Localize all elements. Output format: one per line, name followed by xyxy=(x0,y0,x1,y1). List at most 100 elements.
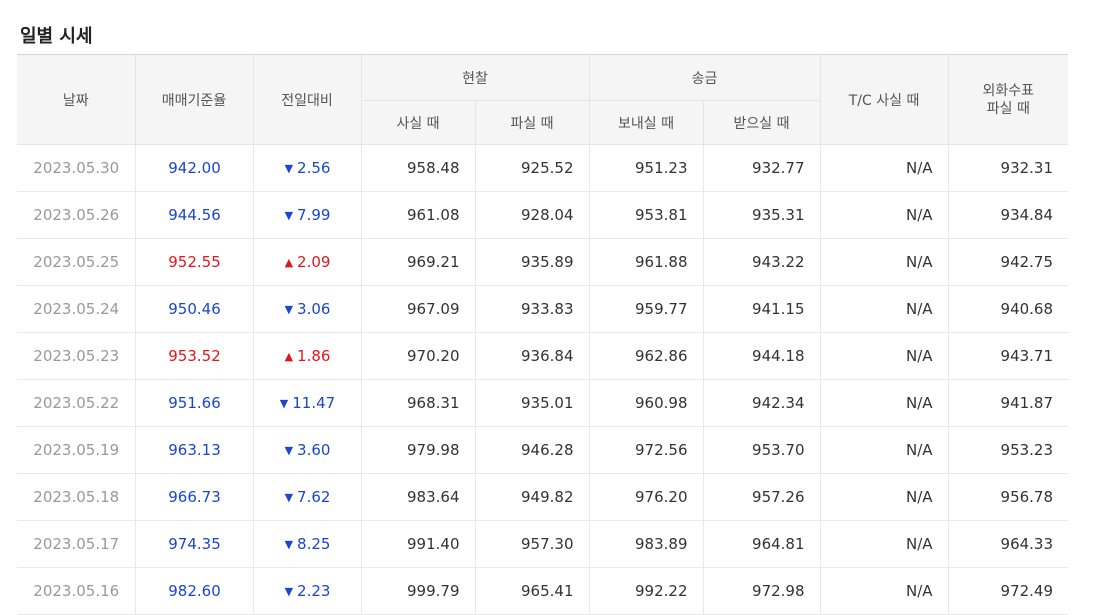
arrow-up-icon: ▲ xyxy=(284,350,294,363)
arrow-down-icon: ▼ xyxy=(284,162,294,175)
cell-remit-receive: 942.34 xyxy=(702,379,821,427)
change-value: 3.06 xyxy=(297,300,331,318)
cell-date: 2023.05.30 xyxy=(17,144,135,192)
cell-cash-buy: 967.09 xyxy=(360,285,475,333)
cell-remit-receive: 941.15 xyxy=(702,285,821,333)
cell-base-rate: 963.13 xyxy=(134,426,253,474)
cell-cash-sell: 936.84 xyxy=(474,332,590,380)
cell-remit-send: 983.89 xyxy=(588,520,704,568)
cell-cash-buy: 999.79 xyxy=(360,567,475,615)
cell-tc-buy: N/A xyxy=(819,285,949,333)
change-value: 11.47 xyxy=(292,394,336,412)
cell-cash-sell: 933.83 xyxy=(474,285,590,333)
header-date: 날짜 xyxy=(17,54,135,145)
cell-date: 2023.05.23 xyxy=(17,332,135,380)
daily-rates-table: 날짜 매매기준율 전일대비 현찰 송금 T/C 사실 때 외화수표 파실 때 사… xyxy=(17,54,1069,615)
cell-remit-receive: 964.81 xyxy=(702,520,821,568)
cell-change: ▼ 3.60 xyxy=(252,426,361,474)
cell-change: ▼ 7.99 xyxy=(252,191,361,239)
arrow-down-icon: ▼ xyxy=(284,585,294,598)
cell-base-rate: 974.35 xyxy=(134,520,253,568)
arrow-down-icon: ▼ xyxy=(284,444,294,457)
header-remit-send: 보내실 때 xyxy=(588,100,704,145)
cell-remit-send: 962.86 xyxy=(588,332,704,380)
change-value: 3.60 xyxy=(297,441,331,459)
cell-remit-receive: 943.22 xyxy=(702,238,821,286)
arrow-up-icon: ▲ xyxy=(284,256,294,269)
cell-remit-send: 961.88 xyxy=(588,238,704,286)
cell-cash-sell: 965.41 xyxy=(474,567,590,615)
cell-remit-receive: 944.18 xyxy=(702,332,821,380)
header-remit: 송금 xyxy=(588,54,821,101)
cell-check-sell: 943.71 xyxy=(947,332,1069,380)
change-value: 1.86 xyxy=(297,347,331,365)
change-value: 7.99 xyxy=(297,206,331,224)
cell-remit-receive: 957.26 xyxy=(702,473,821,521)
table-row: 2023.05.16 982.60 ▼ 2.23 999.79 965.41 992.22 9… xyxy=(17,567,1069,615)
table-row: 2023.05.26 944.56 ▼ 7.99 961.08 928.04 953.81 9… xyxy=(17,191,1069,239)
header-cash-sell: 파실 때 xyxy=(474,100,590,145)
cell-date: 2023.05.26 xyxy=(17,191,135,239)
cell-tc-buy: N/A xyxy=(819,426,949,474)
change-value: 2.23 xyxy=(297,582,331,600)
cell-cash-buy: 961.08 xyxy=(360,191,475,239)
cell-cash-buy: 970.20 xyxy=(360,332,475,380)
header-check-sell: 외화수표 파실 때 xyxy=(947,54,1069,145)
cell-base-rate: 952.55 xyxy=(134,238,253,286)
cell-remit-receive: 932.77 xyxy=(702,144,821,192)
cell-tc-buy: N/A xyxy=(819,332,949,380)
arrow-down-icon: ▼ xyxy=(284,538,294,551)
table-row: 2023.05.30 942.00 ▼ 2.56 958.48 925.52 951.23 9… xyxy=(17,144,1069,192)
cell-cash-buy: 979.98 xyxy=(360,426,475,474)
cell-remit-send: 953.81 xyxy=(588,191,704,239)
cell-check-sell: 934.84 xyxy=(947,191,1069,239)
cell-remit-send: 976.20 xyxy=(588,473,704,521)
cell-check-sell: 941.87 xyxy=(947,379,1069,427)
cell-base-rate: 944.56 xyxy=(134,191,253,239)
cell-remit-send: 972.56 xyxy=(588,426,704,474)
cell-remit-send: 992.22 xyxy=(588,567,704,615)
cell-change: ▲ 1.86 xyxy=(252,332,361,380)
cell-cash-sell: 957.30 xyxy=(474,520,590,568)
cell-cash-sell: 925.52 xyxy=(474,144,590,192)
cell-base-rate: 953.52 xyxy=(134,332,253,380)
cell-cash-sell: 935.01 xyxy=(474,379,590,427)
cell-change: ▼ 8.25 xyxy=(252,520,361,568)
cell-date: 2023.05.19 xyxy=(17,426,135,474)
header-cash: 현찰 xyxy=(360,54,590,101)
cell-date: 2023.05.17 xyxy=(17,520,135,568)
cell-change: ▼ 7.62 xyxy=(252,473,361,521)
header-tc-buy: T/C 사실 때 xyxy=(819,54,949,145)
cell-change: ▼ 2.56 xyxy=(252,144,361,192)
cell-tc-buy: N/A xyxy=(819,238,949,286)
cell-change: ▼ 3.06 xyxy=(252,285,361,333)
cell-remit-send: 951.23 xyxy=(588,144,704,192)
arrow-down-icon: ▼ xyxy=(284,491,294,504)
table-header: 날짜 매매기준율 전일대비 현찰 송금 T/C 사실 때 외화수표 파실 때 사… xyxy=(17,54,1069,145)
daily-quotes-panel: 일별 시세 날짜 매매기준율 전일대비 현찰 송금 T/C 사실 때 외화수표 … xyxy=(0,0,1095,615)
table-body: 2023.05.30 942.00 ▼ 2.56 958.48 925.52 951.23 9… xyxy=(17,144,1069,615)
cell-tc-buy: N/A xyxy=(819,191,949,239)
cell-cash-sell: 949.82 xyxy=(474,473,590,521)
cell-tc-buy: N/A xyxy=(819,144,949,192)
cell-cash-buy: 991.40 xyxy=(360,520,475,568)
cell-cash-sell: 928.04 xyxy=(474,191,590,239)
cell-base-rate: 982.60 xyxy=(134,567,253,615)
table-row: 2023.05.22 951.66 ▼ 11.47 968.31 935.01 960.98… xyxy=(17,379,1069,427)
table-row: 2023.05.17 974.35 ▼ 8.25 991.40 957.30 983.89 9… xyxy=(17,520,1069,568)
cell-cash-buy: 958.48 xyxy=(360,144,475,192)
cell-check-sell: 972.49 xyxy=(947,567,1069,615)
cell-remit-receive: 935.31 xyxy=(702,191,821,239)
header-cash-buy: 사실 때 xyxy=(360,100,475,145)
header-base-rate: 매매기준율 xyxy=(134,54,253,145)
cell-check-sell: 964.33 xyxy=(947,520,1069,568)
cell-check-sell: 953.23 xyxy=(947,426,1069,474)
arrow-down-icon: ▼ xyxy=(284,209,294,222)
change-value: 7.62 xyxy=(297,488,331,506)
cell-change: ▼ 11.47 xyxy=(252,379,361,427)
header-change: 전일대비 xyxy=(252,54,361,145)
cell-tc-buy: N/A xyxy=(819,473,949,521)
cell-tc-buy: N/A xyxy=(819,567,949,615)
cell-base-rate: 950.46 xyxy=(134,285,253,333)
section-title: 일별 시세 xyxy=(20,26,93,47)
